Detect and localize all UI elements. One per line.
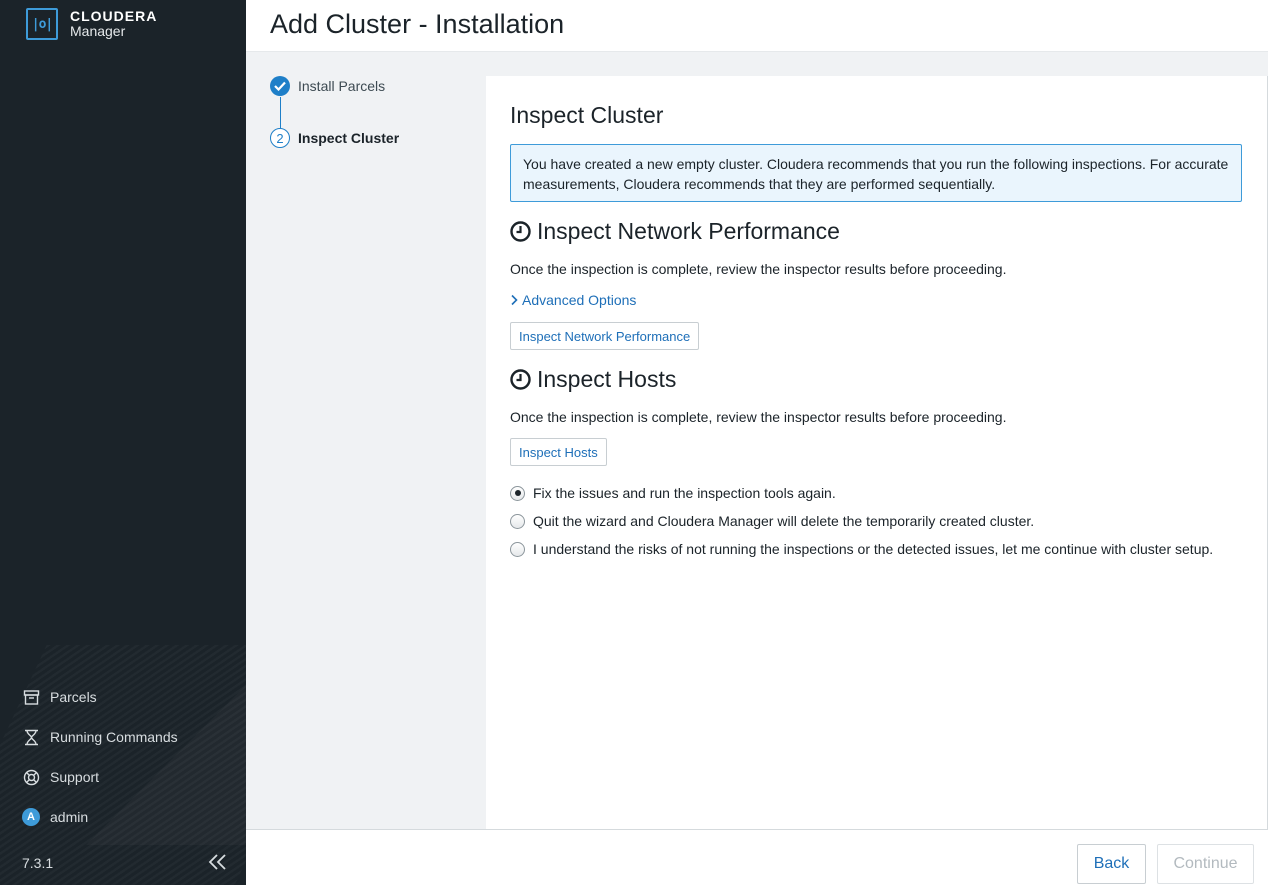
network-title-text: Inspect Network Performance <box>537 218 840 244</box>
sidebar-item-label: Support <box>50 769 100 785</box>
collapse-sidebar-button[interactable] <box>207 851 229 873</box>
step-label: Inspect Cluster <box>298 130 400 146</box>
hourglass-icon <box>22 728 40 746</box>
brand-name: CLOUDERA Manager <box>70 9 157 39</box>
app-logo[interactable]: |o| CLOUDERA Manager <box>26 8 157 40</box>
network-section-title: Inspect Network Performance <box>510 218 840 245</box>
radio-option-fix-issues[interactable]: Fix the issues and run the inspection to… <box>510 485 836 501</box>
advanced-options-label: Advanced Options <box>522 292 637 308</box>
sidebar-item-parcels[interactable]: Parcels <box>22 687 97 707</box>
step-connector <box>280 97 281 128</box>
radio-label: I understand the risks of not running th… <box>533 541 1214 557</box>
page-title: Add Cluster - Installation <box>270 9 565 39</box>
lifebuoy-icon <box>22 768 40 786</box>
back-button[interactable]: Back <box>1077 844 1146 884</box>
step-inspect-cluster[interactable]: 2 Inspect Cluster <box>270 128 399 148</box>
wizard-body: Install Parcels 2 Inspect Cluster Inspec… <box>246 52 1268 829</box>
radio-button[interactable] <box>510 541 525 557</box>
network-description: Once the inspection is complete, review … <box>510 261 1007 277</box>
parcel-icon <box>22 688 40 706</box>
chevron-right-icon <box>511 294 518 306</box>
hosts-section-title: Inspect Hosts <box>510 366 676 393</box>
brand-line1: CLOUDERA <box>70 8 158 24</box>
double-chevron-left-icon <box>208 854 226 870</box>
inspect-hosts-button[interactable]: Inspect Hosts <box>510 438 607 466</box>
inspect-cluster-panel: Inspect Cluster You have created a new e… <box>486 76 1268 829</box>
radio-option-continue-anyway[interactable]: I understand the risks of not running th… <box>510 541 1213 557</box>
sidebar-item-running-commands[interactable]: Running Commands <box>22 727 178 747</box>
continue-button[interactable]: Continue <box>1157 844 1254 884</box>
sidebar-item-admin[interactable]: A admin <box>22 807 88 827</box>
sidebar-item-label: Parcels <box>50 689 97 705</box>
avatar: A <box>22 808 40 826</box>
wizard-footer: Back Continue <box>246 829 1268 885</box>
radio-label: Quit the wizard and Cloudera Manager wil… <box>533 513 1035 529</box>
info-alert: You have created a new empty cluster. Cl… <box>510 144 1242 202</box>
brand-line2: Manager <box>70 23 126 39</box>
step-number: 2 <box>270 128 290 148</box>
step-label: Install Parcels <box>298 78 386 94</box>
hosts-description: Once the inspection is complete, review … <box>510 409 1007 425</box>
radio-button[interactable] <box>510 513 525 529</box>
version-label: 7.3.1 <box>22 855 54 871</box>
step-install-parcels[interactable]: Install Parcels <box>270 76 385 96</box>
page-header: Add Cluster - Installation <box>246 0 1268 52</box>
radio-option-quit-wizard[interactable]: Quit the wizard and Cloudera Manager wil… <box>510 513 1034 529</box>
radio-button[interactable] <box>510 485 525 501</box>
check-icon <box>270 76 290 96</box>
sidebar: |o| CLOUDERA Manager Parcels Running Com… <box>0 0 246 885</box>
radio-label: Fix the issues and run the inspection to… <box>533 485 836 501</box>
clock-icon <box>510 221 531 242</box>
inspect-network-button[interactable]: Inspect Network Performance <box>510 322 700 350</box>
advanced-options-link[interactable]: Advanced Options <box>510 292 636 308</box>
clock-icon <box>510 369 531 390</box>
hosts-title-text: Inspect Hosts <box>537 366 677 392</box>
sidebar-item-support[interactable]: Support <box>22 767 99 787</box>
sidebar-stripes <box>0 645 246 885</box>
cloudera-logo-icon: |o| <box>26 8 58 40</box>
sidebar-item-label: Running Commands <box>50 729 178 745</box>
section-title: Inspect Cluster <box>510 102 664 128</box>
sidebar-item-label: admin <box>50 809 89 825</box>
